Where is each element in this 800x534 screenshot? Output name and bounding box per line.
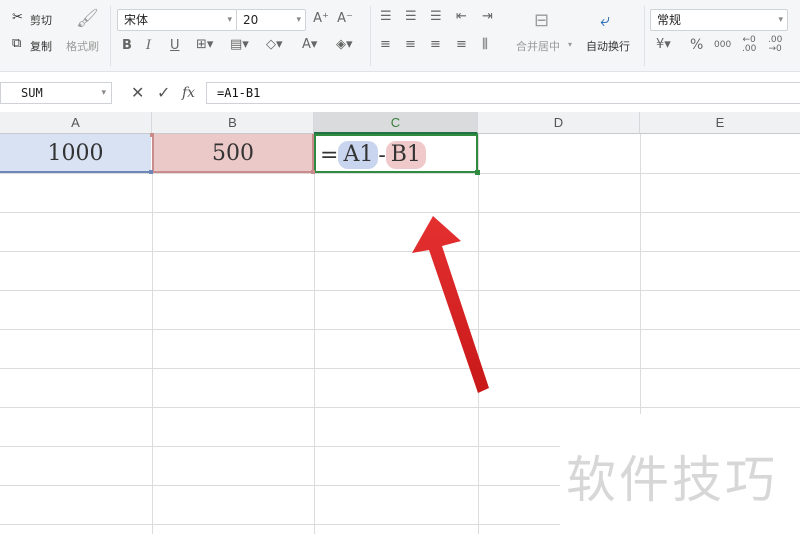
watermark: 软件技巧	[566, 451, 778, 509]
arrow-icon	[412, 216, 489, 393]
